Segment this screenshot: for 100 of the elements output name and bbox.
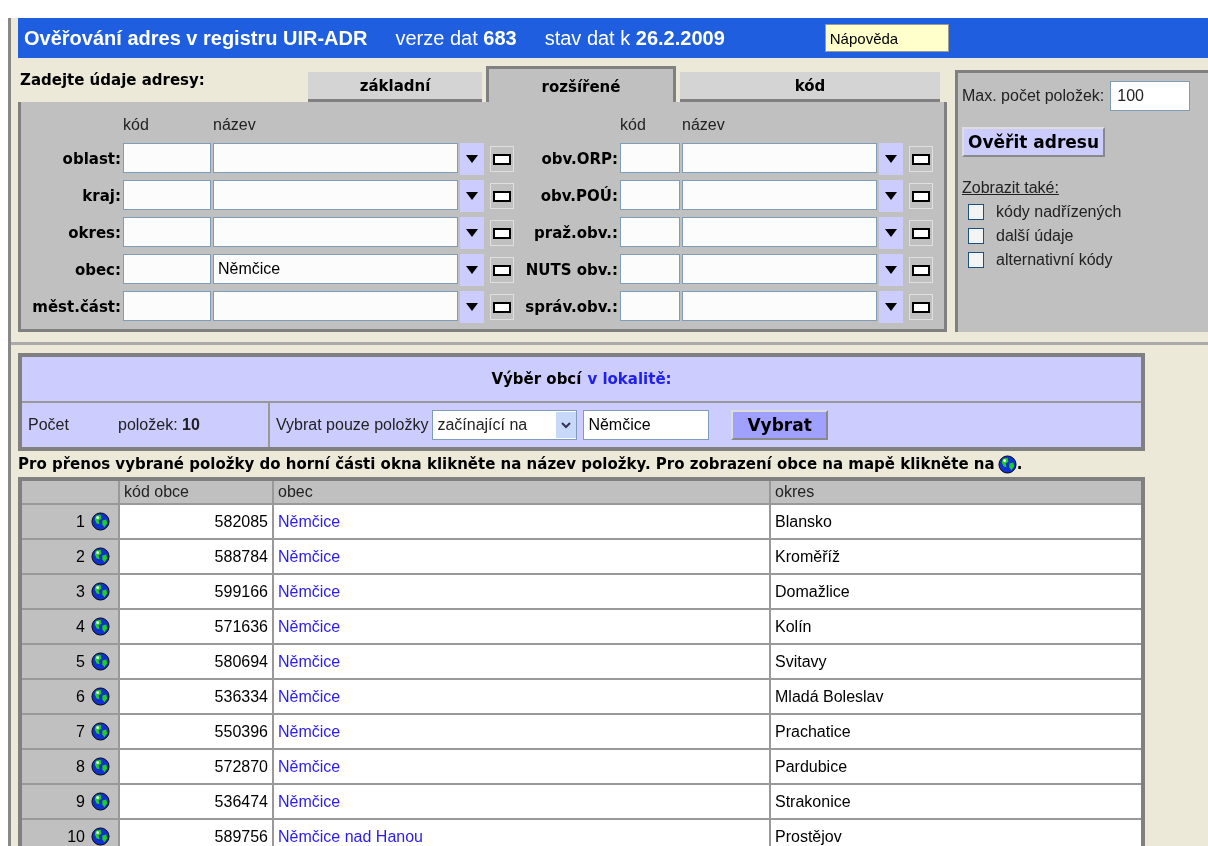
name-field[interactable] [213, 291, 458, 321]
clear-button[interactable] [909, 220, 933, 246]
dropdown-button[interactable] [879, 217, 903, 249]
globe-icon[interactable] [997, 454, 1017, 474]
municipality-link[interactable]: Němčice nad Hanou [278, 827, 423, 845]
globe-icon[interactable] [91, 792, 110, 811]
verify-button[interactable]: Ověřit adresu [962, 127, 1106, 157]
rectangle-icon [912, 264, 930, 276]
clear-button[interactable] [490, 294, 514, 320]
select-button[interactable]: Vybrat [731, 410, 828, 440]
form-prompt: Zadejte údaje adresy: [19, 71, 206, 89]
code-field[interactable] [123, 291, 211, 321]
municipality-link[interactable]: Němčice [278, 792, 341, 810]
code-field[interactable] [620, 254, 680, 284]
clear-button[interactable] [490, 146, 514, 172]
table-cell: 589756 [119, 819, 273, 846]
field-label: praž.obv.: [533, 224, 618, 242]
code-field[interactable] [123, 217, 211, 247]
name-field[interactable] [682, 143, 877, 173]
clear-button[interactable] [909, 294, 933, 320]
field-label: obv.ORP: [540, 150, 618, 168]
municipality-link[interactable]: Němčice [278, 512, 341, 530]
globe-icon[interactable] [91, 547, 110, 566]
globe-icon[interactable] [91, 652, 110, 671]
locality-link[interactable]: v lokalitě: [587, 370, 672, 388]
checkbox[interactable] [968, 204, 984, 220]
dropdown-button[interactable] [460, 254, 484, 286]
max-items-label: Max. počet položek: [962, 87, 1105, 105]
tab[interactable]: kód [680, 72, 940, 102]
code-field[interactable] [620, 217, 680, 247]
clear-button[interactable] [490, 257, 514, 283]
municipality-link[interactable]: Němčice [278, 757, 341, 775]
municipality-link[interactable]: Němčice [278, 547, 341, 565]
filter-field[interactable]: Němčice [583, 410, 710, 440]
dropdown-button[interactable] [460, 143, 484, 175]
table-cell: Prostějov [770, 819, 1143, 846]
dropdown-button[interactable] [879, 143, 903, 175]
field-label: správ.obv.: [524, 298, 618, 316]
item-count: položek: 10 [118, 416, 201, 434]
code-field[interactable] [123, 180, 211, 210]
checkbox-label: kódy nadřízených [996, 203, 1122, 221]
column-header: kód [620, 116, 647, 135]
column-header: okres [770, 479, 1143, 504]
filter-mode-select[interactable]: začínající na [432, 410, 578, 440]
caret-icon [885, 229, 897, 237]
globe-icon[interactable] [91, 827, 110, 846]
row-number: 10 [67, 827, 85, 846]
name-field[interactable] [682, 217, 877, 247]
caret-icon [885, 266, 897, 274]
table-cell: 582085 [119, 504, 273, 539]
globe-icon[interactable] [91, 582, 110, 601]
clear-button[interactable] [490, 183, 514, 209]
dropdown-button[interactable] [879, 254, 903, 286]
code-field[interactable] [620, 291, 680, 321]
checkbox[interactable] [968, 252, 984, 268]
max-items-select[interactable]: 100 [1110, 81, 1191, 111]
checkbox[interactable] [968, 228, 984, 244]
globe-icon[interactable] [91, 617, 110, 636]
checkbox-label: další údaje [996, 227, 1074, 245]
clear-button[interactable] [909, 183, 933, 209]
globe-icon[interactable] [91, 757, 110, 776]
name-field[interactable] [682, 254, 877, 284]
municipality-link[interactable]: Němčice [278, 617, 341, 635]
field-label: obv.POÚ: [539, 187, 618, 205]
row-number: 9 [76, 792, 85, 811]
code-field[interactable] [123, 254, 211, 284]
municipality-link[interactable]: Němčice [278, 687, 341, 705]
code-field[interactable] [620, 180, 680, 210]
clear-button[interactable] [490, 220, 514, 246]
selection-title: Výběr obcí [491, 370, 582, 388]
dropdown-button[interactable] [460, 291, 484, 323]
dropdown-button[interactable] [879, 291, 903, 323]
help-button[interactable]: Nápověda [824, 24, 949, 52]
punctuation-mark: . [1016, 455, 1023, 473]
row-number: 1 [76, 512, 85, 531]
data-version: verze dat 683 [395, 26, 517, 50]
tab[interactable]: rozšířené [486, 66, 676, 102]
municipality-link[interactable]: Němčice [278, 722, 341, 740]
globe-icon[interactable] [91, 687, 110, 706]
filter-label: Vybrat pouze položky [276, 416, 429, 434]
instruction-text: Pro přenos vybrané položky do horní části okna klikněte na název položky. Pro zobrazení obce na mapě klikněte na [18, 455, 995, 473]
name-field[interactable] [213, 217, 458, 247]
name-field[interactable] [682, 291, 877, 321]
municipality-link[interactable]: Němčice [278, 582, 341, 600]
name-field[interactable]: Němčice [213, 254, 458, 284]
dropdown-button[interactable] [460, 217, 484, 249]
clear-button[interactable] [909, 146, 933, 172]
code-field[interactable] [620, 143, 680, 173]
name-field[interactable] [213, 143, 458, 173]
clear-button[interactable] [909, 257, 933, 283]
table-cell: 588784 [119, 539, 273, 574]
globe-icon[interactable] [91, 512, 110, 531]
dropdown-button[interactable] [879, 180, 903, 212]
dropdown-button[interactable] [460, 180, 484, 212]
name-field[interactable] [213, 180, 458, 210]
code-field[interactable] [123, 143, 211, 173]
name-field[interactable] [682, 180, 877, 210]
globe-icon[interactable] [91, 722, 110, 741]
municipality-link[interactable]: Němčice [278, 652, 341, 670]
tab[interactable]: základní [308, 72, 482, 102]
